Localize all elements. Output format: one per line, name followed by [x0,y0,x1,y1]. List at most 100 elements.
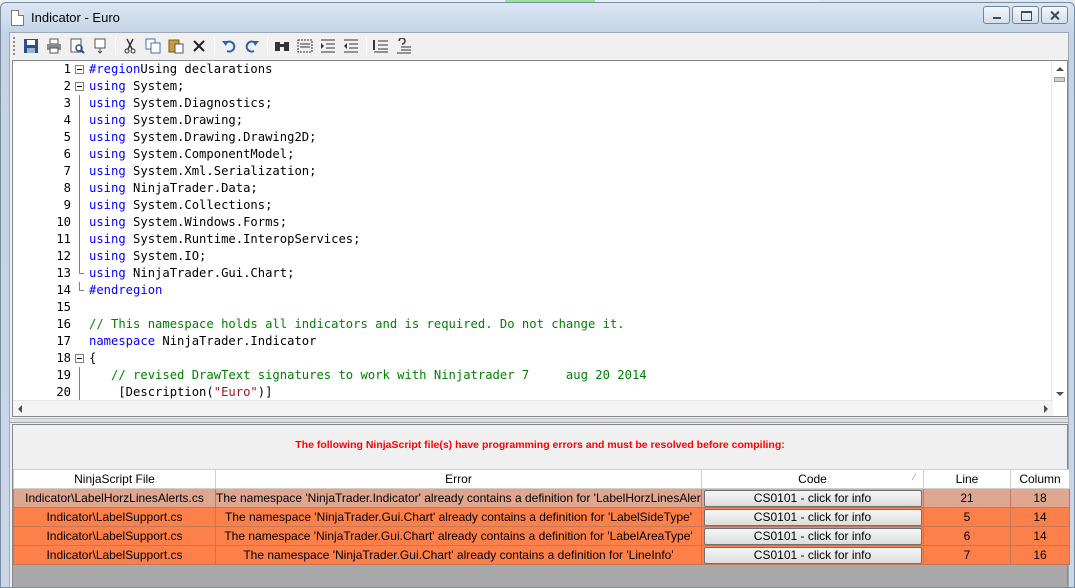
delete-button[interactable] [188,36,209,57]
fold-toggle-icon[interactable] [75,78,84,95]
fold-toggle-icon[interactable] [75,61,84,78]
print-preview-button[interactable] [66,36,87,57]
error-code-cell[interactable]: CS0101 - click for info [701,545,924,565]
error-column-cell[interactable]: 16 [1010,545,1070,565]
toolbar-separator [366,37,367,55]
scroll-thumb[interactable] [1054,77,1065,82]
code-line[interactable]: 10 using System.Windows.Forms; [13,214,1053,231]
keyword-token: using [89,130,126,144]
error-row[interactable]: Indicator\LabelSupport.cs The namespace '… [13,507,1070,527]
find-button[interactable] [271,36,292,57]
code-line[interactable]: 8 using NinjaTrader.Data; [13,180,1053,197]
code-line[interactable]: 6 using System.ComponentModel; [13,146,1053,163]
scroll-right-icon[interactable] [1044,405,1048,413]
horizontal-scrollbar[interactable] [13,400,1053,416]
code-text: using System.ComponentModel; [89,146,294,163]
outdent-button[interactable] [340,36,361,57]
error-code-cell[interactable]: CS0101 - click for info [701,526,924,546]
fold-toggle-icon[interactable] [75,350,84,367]
line-number: 1 [63,62,71,76]
code-token: { [89,351,97,365]
error-column-cell[interactable]: 18 [1010,488,1070,508]
code-line[interactable]: 19 // revised DrawText signatures to wor… [13,367,1053,384]
close-button[interactable] [1041,6,1068,24]
cut-button[interactable] [119,36,140,57]
fold-guide [75,265,84,282]
error-line-cell[interactable]: 6 [923,526,1011,546]
code-token: System.Collections; [125,198,273,212]
error-file-cell[interactable]: Indicator\LabelSupport.cs [13,507,216,527]
error-message-cell[interactable]: The namespace 'NinjaTrader.Gui.Chart' al… [215,507,702,527]
paste-button[interactable] [165,36,186,57]
column-header-file[interactable]: NinjaScript File [13,469,216,489]
comment-button[interactable] [370,36,391,57]
select-all-button[interactable] [294,36,315,57]
code-line[interactable]: 14 #endregion [13,282,1053,299]
error-message-cell[interactable]: The namespace 'NinjaTrader.Gui.Chart' al… [215,545,702,565]
error-row[interactable]: Indicator\LabelSupport.cs The namespace '… [13,526,1070,546]
code-line[interactable]: 12 using System.IO; [13,248,1053,265]
error-line-cell[interactable]: 5 [923,507,1011,527]
code-line[interactable]: 1 #regionUsing declarations [13,61,1053,78]
copy-button[interactable] [142,36,163,57]
scroll-left-icon[interactable] [18,405,22,413]
code-line[interactable]: 13 using NinjaTrader.Gui.Chart; [13,265,1053,282]
code-area[interactable]: 1 #regionUsing declarations 2 using System;… [13,61,1053,402]
properties-button[interactable] [89,36,110,57]
error-column-cell[interactable]: 14 [1010,526,1070,546]
code-line[interactable]: 18 { [13,350,1053,367]
code-line[interactable]: 11 using System.Runtime.InteropServices; [13,231,1053,248]
code-editor[interactable]: 1 #regionUsing declarations 2 using System;… [12,60,1068,417]
print-button[interactable] [43,36,64,57]
error-code-info-button[interactable]: CS0101 - click for info [703,527,922,545]
redo-button[interactable] [241,36,262,57]
code-text: using System.Drawing; [89,112,243,129]
error-code-cell[interactable]: CS0101 - click for info [701,488,924,508]
scroll-down-icon[interactable] [1056,392,1064,396]
title-bar[interactable]: Indicator - Euro [1,3,1074,31]
error-line-cell[interactable]: 7 [923,545,1011,565]
column-header-error[interactable]: Error [215,469,702,489]
code-line[interactable]: 3 using System.Diagnostics; [13,95,1053,112]
code-line[interactable]: 9 using System.Collections; [13,197,1053,214]
uncomment-button[interactable] [393,36,414,57]
code-token: System.Drawing.Drawing2D; [125,130,317,144]
maximize-button[interactable] [1012,6,1039,24]
column-header-column[interactable]: Column [1010,469,1070,489]
error-code-cell[interactable]: CS0101 - click for info [701,507,924,527]
code-line[interactable]: 17 namespace NinjaTrader.Indicator [13,333,1053,350]
error-code-info-button[interactable]: CS0101 - click for info [703,546,922,564]
code-line[interactable]: 15 [13,299,1053,316]
editor-window: Indicator - Euro 1 #regionUsing declarat… [0,2,1075,588]
code-line[interactable]: 7 using System.Xml.Serialization; [13,163,1053,180]
scroll-up-icon[interactable] [1056,67,1064,71]
undo-button[interactable] [218,36,239,57]
fold-guide [75,214,84,231]
error-file-cell[interactable]: Indicator\LabelHorzLinesAlerts.cs [13,488,216,508]
code-line[interactable]: 4 using System.Drawing; [13,112,1053,129]
error-file-cell[interactable]: Indicator\LabelSupport.cs [13,545,216,565]
vertical-scrollbar[interactable] [1051,61,1067,402]
error-code-info-button[interactable]: CS0101 - click for info [703,489,922,507]
column-header-code[interactable]: Code ⁄ [701,469,924,489]
error-column-cell[interactable]: 14 [1010,507,1070,527]
error-line-cell[interactable]: 21 [923,488,1011,508]
error-file-cell[interactable]: Indicator\LabelSupport.cs [13,526,216,546]
code-line[interactable]: 16 // This namespace holds all indicators… [13,316,1053,333]
code-line[interactable]: 20 [Description("Euro")] [13,384,1053,401]
error-row[interactable]: Indicator\LabelHorzLinesAlerts.cs The nam… [13,488,1070,508]
minimize-button[interactable] [983,6,1010,24]
panel-splitter[interactable] [10,418,1068,423]
error-code-info-button[interactable]: CS0101 - click for info [703,508,922,526]
indent-button[interactable] [317,36,338,57]
code-line[interactable]: 5 using System.Drawing.Drawing2D; [13,129,1053,146]
column-header-line[interactable]: Line [923,469,1011,489]
error-row[interactable]: Indicator\LabelSupport.cs The namespace '… [13,545,1070,565]
toolbar-grip[interactable] [13,37,16,55]
line-number: 12 [56,249,71,263]
error-message-cell[interactable]: The namespace 'NinjaTrader.Gui.Chart' al… [215,526,702,546]
code-line[interactable]: 2 using System; [13,78,1053,95]
error-message-cell[interactable]: The namespace 'NinjaTrader.Indicator' al… [215,488,702,508]
outdent-icon [343,39,358,53]
save-button[interactable] [20,36,41,57]
